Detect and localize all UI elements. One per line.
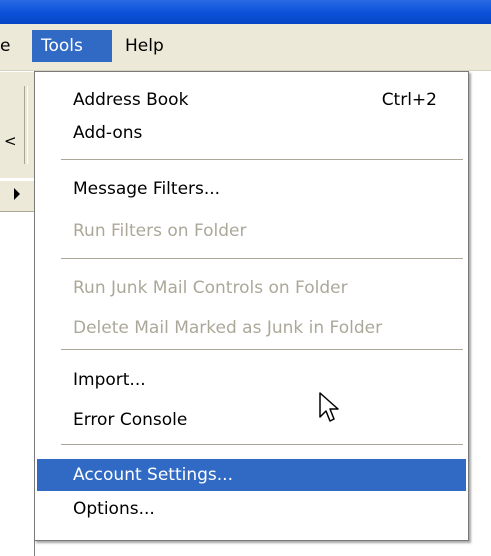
menu-separator: [61, 444, 463, 446]
menubar: e Tools Help: [0, 24, 491, 71]
menu-item-label: Error Console: [73, 410, 188, 430]
toolbar-partial-glyph: <: [4, 132, 17, 150]
pane-splitter: [34, 540, 37, 556]
menu-item-run-filters-on-folder: Run Filters on Folder: [37, 215, 466, 247]
menu-item-account-settings[interactable]: Account Settings...: [37, 459, 466, 491]
menu-item-label: Run Junk Mail Controls on Folder: [73, 278, 348, 298]
menu-item-label: Options...: [73, 499, 155, 519]
menu-separator: [61, 258, 463, 260]
tools-menu: Address Book Ctrl+2 Add-ons Message Filt…: [34, 71, 469, 541]
menu-item-address-book[interactable]: Address Book Ctrl+2: [37, 84, 466, 116]
menu-item-options[interactable]: Options...: [37, 493, 466, 525]
menu-item-label: Run Filters on Folder: [73, 221, 247, 241]
triangle-right-icon[interactable]: [14, 188, 20, 200]
arrow-pointer-icon: [319, 392, 339, 422]
menu-item-shortcut: Ctrl+2: [381, 90, 437, 110]
menu-item-label: Message Filters...: [73, 179, 221, 199]
menu-item-message-filters[interactable]: Message Filters...: [37, 173, 466, 205]
menu-item-label: Add-ons: [73, 123, 143, 143]
toolbar-separator: [24, 86, 28, 164]
folder-pane-header: [0, 180, 34, 212]
menu-item-add-ons[interactable]: Add-ons: [37, 117, 466, 149]
menu-item-label: Address Book: [73, 90, 189, 110]
menubar-item-file-partial[interactable]: e: [0, 30, 10, 62]
menubar-item-help[interactable]: Help: [116, 30, 173, 62]
menu-item-label: Import...: [73, 370, 146, 390]
window-titlebar: [0, 0, 491, 24]
menubar-item-tools[interactable]: Tools: [32, 30, 112, 62]
menu-item-label: Delete Mail Marked as Junk in Folder: [73, 318, 383, 338]
menu-item-import[interactable]: Import...: [37, 364, 466, 396]
menu-separator: [61, 159, 463, 161]
menu-item-run-junk-mail-controls: Run Junk Mail Controls on Folder: [37, 272, 466, 304]
menu-separator: [61, 349, 463, 351]
menu-item-label: Account Settings...: [73, 465, 233, 485]
menu-item-error-console[interactable]: Error Console: [37, 404, 466, 436]
menu-item-delete-junk-mail: Delete Mail Marked as Junk in Folder: [37, 312, 466, 344]
background-toolbar: <: [0, 72, 34, 178]
